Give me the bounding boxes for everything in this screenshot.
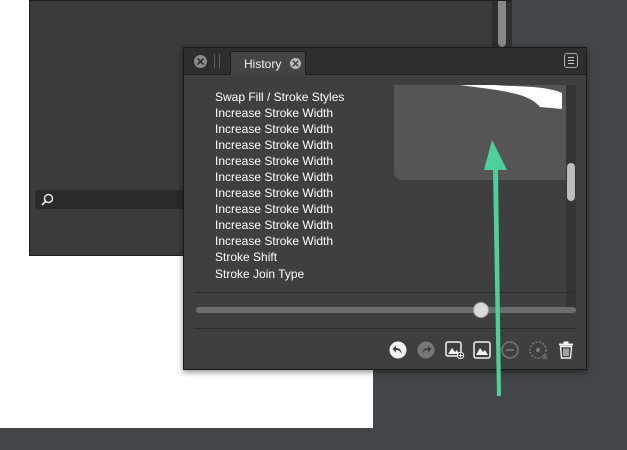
annotation-arrow-shape [484,140,507,396]
annotation-arrow [484,140,507,396]
